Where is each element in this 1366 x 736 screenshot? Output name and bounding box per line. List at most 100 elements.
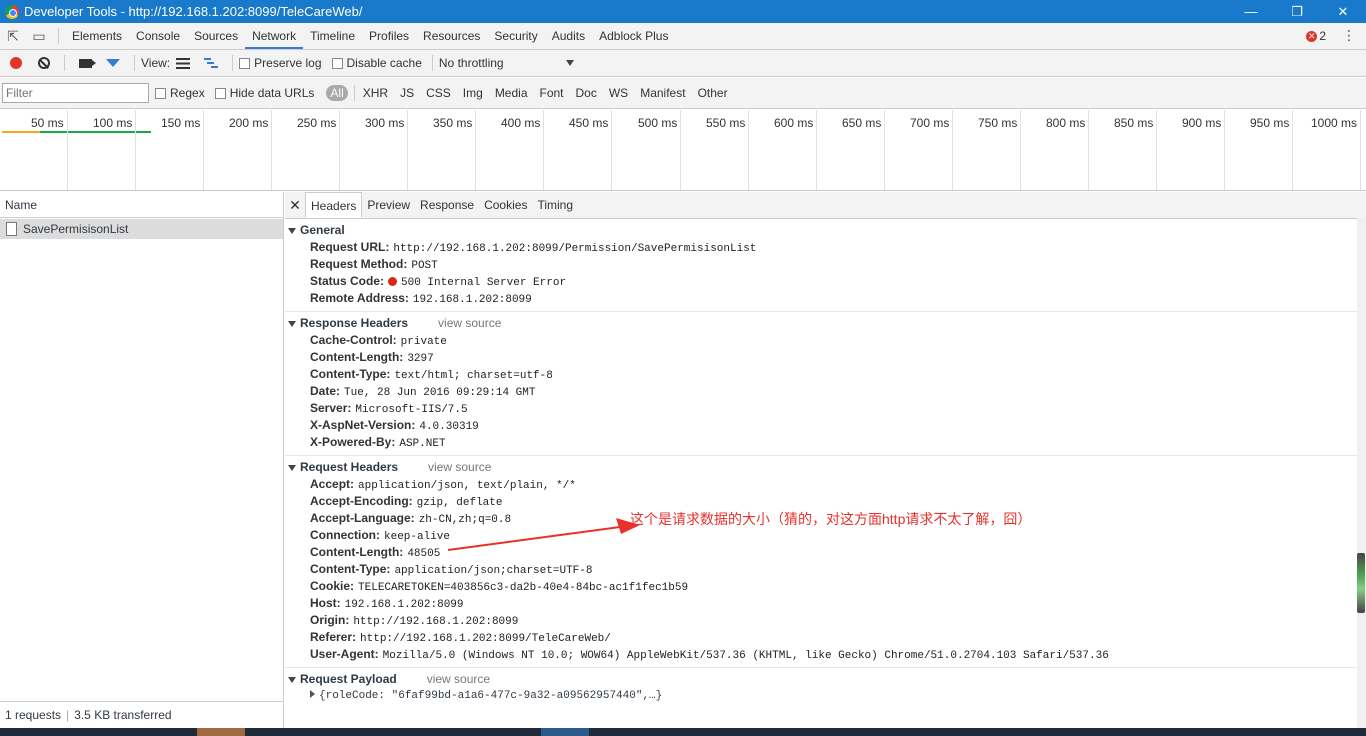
column-header-name[interactable]: Name bbox=[0, 192, 283, 218]
record-icon[interactable] bbox=[10, 57, 22, 69]
more-options-icon[interactable]: ⋮ bbox=[1342, 27, 1356, 44]
header-row: Cookie: TELECARETOKEN=403856c3-da2b-40e4-… bbox=[310, 579, 689, 594]
taskbar-item[interactable] bbox=[541, 728, 589, 736]
checkbox-box[interactable] bbox=[239, 57, 251, 69]
annotation-arrow-line bbox=[447, 526, 621, 551]
close-window-button[interactable]: ✕ bbox=[1320, 0, 1366, 23]
header-row: Date: Tue, 28 Jun 2016 09:29:14 GMT bbox=[310, 384, 536, 399]
timeline-tick bbox=[203, 110, 204, 190]
filter-icon[interactable] bbox=[106, 59, 120, 67]
general-section-toggle[interactable]: General bbox=[285, 222, 1366, 239]
details-scrollbar[interactable] bbox=[1357, 218, 1366, 728]
header-row: Referer: http://192.168.1.202:8099/TeleCa… bbox=[310, 630, 611, 645]
tab-preview[interactable]: Preview bbox=[362, 192, 415, 218]
tab-sources[interactable]: Sources bbox=[187, 23, 245, 49]
tab-resources[interactable]: Resources bbox=[416, 23, 487, 49]
tab-response[interactable]: Response bbox=[415, 192, 479, 218]
filter-input[interactable] bbox=[2, 83, 149, 103]
timeline-overview[interactable]: 50 ms 100 ms 150 ms 200 ms 250 ms 300 ms 350 m… bbox=[0, 110, 1366, 191]
clear-icon[interactable] bbox=[38, 57, 50, 69]
timeline-tick bbox=[271, 110, 272, 190]
tab-security[interactable]: Security bbox=[487, 23, 544, 49]
tab-console[interactable]: Console bbox=[129, 23, 187, 49]
restore-button[interactable]: ❐ bbox=[1274, 0, 1320, 23]
minimize-button[interactable]: — bbox=[1228, 0, 1274, 23]
annotation-text: 这个是请求数据的大小（猜的，对这方面http请求不太了解，囧） bbox=[630, 511, 1032, 527]
response-headers-toggle[interactable]: Response Headers view source bbox=[285, 315, 1366, 332]
timeline-tick-label: 650 ms bbox=[842, 116, 882, 130]
regex-checkbox[interactable]: Regex bbox=[155, 86, 205, 100]
filter-type-other[interactable]: Other bbox=[692, 86, 734, 100]
view-label: View: bbox=[141, 56, 171, 70]
device-mode-icon[interactable]: ▭ bbox=[26, 23, 52, 49]
preserve-log-checkbox[interactable]: Preserve log bbox=[239, 56, 322, 70]
tab-network[interactable]: Network bbox=[245, 23, 304, 49]
timeline-tick bbox=[1360, 110, 1361, 190]
triangle-down-icon bbox=[288, 320, 296, 327]
tab-cookies[interactable]: Cookies bbox=[479, 192, 532, 218]
tab-audits[interactable]: Audits bbox=[545, 23, 592, 49]
filter-type-css[interactable]: CSS bbox=[420, 86, 457, 100]
capture-screenshots-icon[interactable] bbox=[79, 58, 96, 68]
request-payload-toggle[interactable]: Request Payload view source bbox=[285, 671, 1366, 688]
request-headers-toggle[interactable]: Request Headers view source bbox=[285, 459, 1366, 476]
timeline-tick bbox=[1224, 110, 1225, 190]
document-icon bbox=[6, 222, 17, 236]
tab-profiles[interactable]: Profiles bbox=[362, 23, 416, 49]
payload-tree-item[interactable]: {roleCode: "6faf99bd-a1a6-477c-9a32-a095… bbox=[285, 688, 1366, 705]
taskbar-item[interactable] bbox=[197, 728, 245, 736]
filter-type-js[interactable]: JS bbox=[394, 86, 420, 100]
tab-timeline[interactable]: Timeline bbox=[303, 23, 362, 49]
filter-type-ws[interactable]: WS bbox=[603, 86, 634, 100]
view-source-link[interactable]: view source bbox=[428, 459, 491, 476]
devtools-tabbar: ⇱ ▭ Elements Console Sources Network Tim… bbox=[0, 23, 1366, 50]
request-row[interactable]: SavePermisisonList bbox=[0, 219, 283, 239]
scrollbar-thumb[interactable] bbox=[1357, 553, 1365, 613]
view-source-link[interactable]: view source bbox=[438, 315, 501, 332]
filter-type-doc[interactable]: Doc bbox=[570, 86, 603, 100]
filter-type-media[interactable]: Media bbox=[489, 86, 534, 100]
close-icon[interactable]: ✕ bbox=[285, 197, 305, 214]
inspect-element-icon[interactable]: ⇱ bbox=[0, 23, 26, 49]
tab-headers[interactable]: Headers bbox=[305, 192, 363, 218]
error-count-badge[interactable]: ✕ 2 bbox=[1306, 29, 1326, 43]
timeline-tick bbox=[1020, 110, 1021, 190]
tab-adblock-plus[interactable]: Adblock Plus bbox=[592, 23, 675, 49]
triangle-down-icon bbox=[288, 464, 296, 471]
timeline-tick-label: 50 ms bbox=[31, 116, 64, 130]
request-details-panel: ✕ Headers Preview Response Cookies Timin… bbox=[285, 192, 1366, 736]
response-headers-section: Response Headers view source Cache-Contr… bbox=[285, 312, 1366, 456]
filter-type-manifest[interactable]: Manifest bbox=[634, 86, 691, 100]
disable-cache-checkbox[interactable]: Disable cache bbox=[331, 56, 422, 70]
view-source-link[interactable]: view source bbox=[427, 671, 490, 688]
checkbox-box[interactable] bbox=[214, 87, 226, 99]
checkbox-box[interactable] bbox=[331, 57, 343, 69]
tab-timing[interactable]: Timing bbox=[532, 192, 578, 218]
filter-type-img[interactable]: Img bbox=[457, 86, 489, 100]
timeline-tick-label: 200 ms bbox=[229, 116, 269, 130]
throttling-select[interactable]: No throttling bbox=[439, 56, 574, 70]
filter-type-xhr[interactable]: XHR bbox=[357, 86, 394, 100]
transferred-size: 3.5 KB transferred bbox=[74, 708, 172, 722]
general-section: General Request URL: http://192.168.1.202… bbox=[285, 219, 1366, 312]
header-row: Host: 192.168.1.202:8099 bbox=[310, 596, 464, 611]
timeline-tick bbox=[1292, 110, 1293, 190]
large-rows-icon[interactable] bbox=[176, 57, 191, 69]
filter-type-font[interactable]: Font bbox=[534, 86, 570, 100]
checkbox-box[interactable] bbox=[155, 87, 166, 99]
timeline-tick-label: 900 ms bbox=[1182, 116, 1222, 130]
triangle-down-icon bbox=[288, 227, 296, 234]
timeline-tick-label: 750 ms bbox=[978, 116, 1018, 130]
tab-elements[interactable]: Elements bbox=[65, 23, 129, 49]
annotation-arrow bbox=[447, 518, 640, 551]
overview-icon[interactable] bbox=[204, 57, 219, 69]
header-row: X-Powered-By: ASP.NET bbox=[310, 435, 446, 450]
timeline-tick bbox=[1156, 110, 1157, 190]
hide-data-urls-checkbox[interactable]: Hide data URLs bbox=[214, 86, 314, 100]
request-list: Name SavePermisisonList 1 requests | 3.5 K… bbox=[0, 192, 284, 736]
timeline-tick-label: 350 ms bbox=[433, 116, 473, 130]
filter-type-all[interactable]: All bbox=[326, 85, 348, 101]
header-row: Content-Length: 3297 bbox=[310, 350, 434, 365]
timeline-waiting-bar bbox=[2, 131, 40, 133]
timeline-tick-label: 400 ms bbox=[501, 116, 541, 130]
